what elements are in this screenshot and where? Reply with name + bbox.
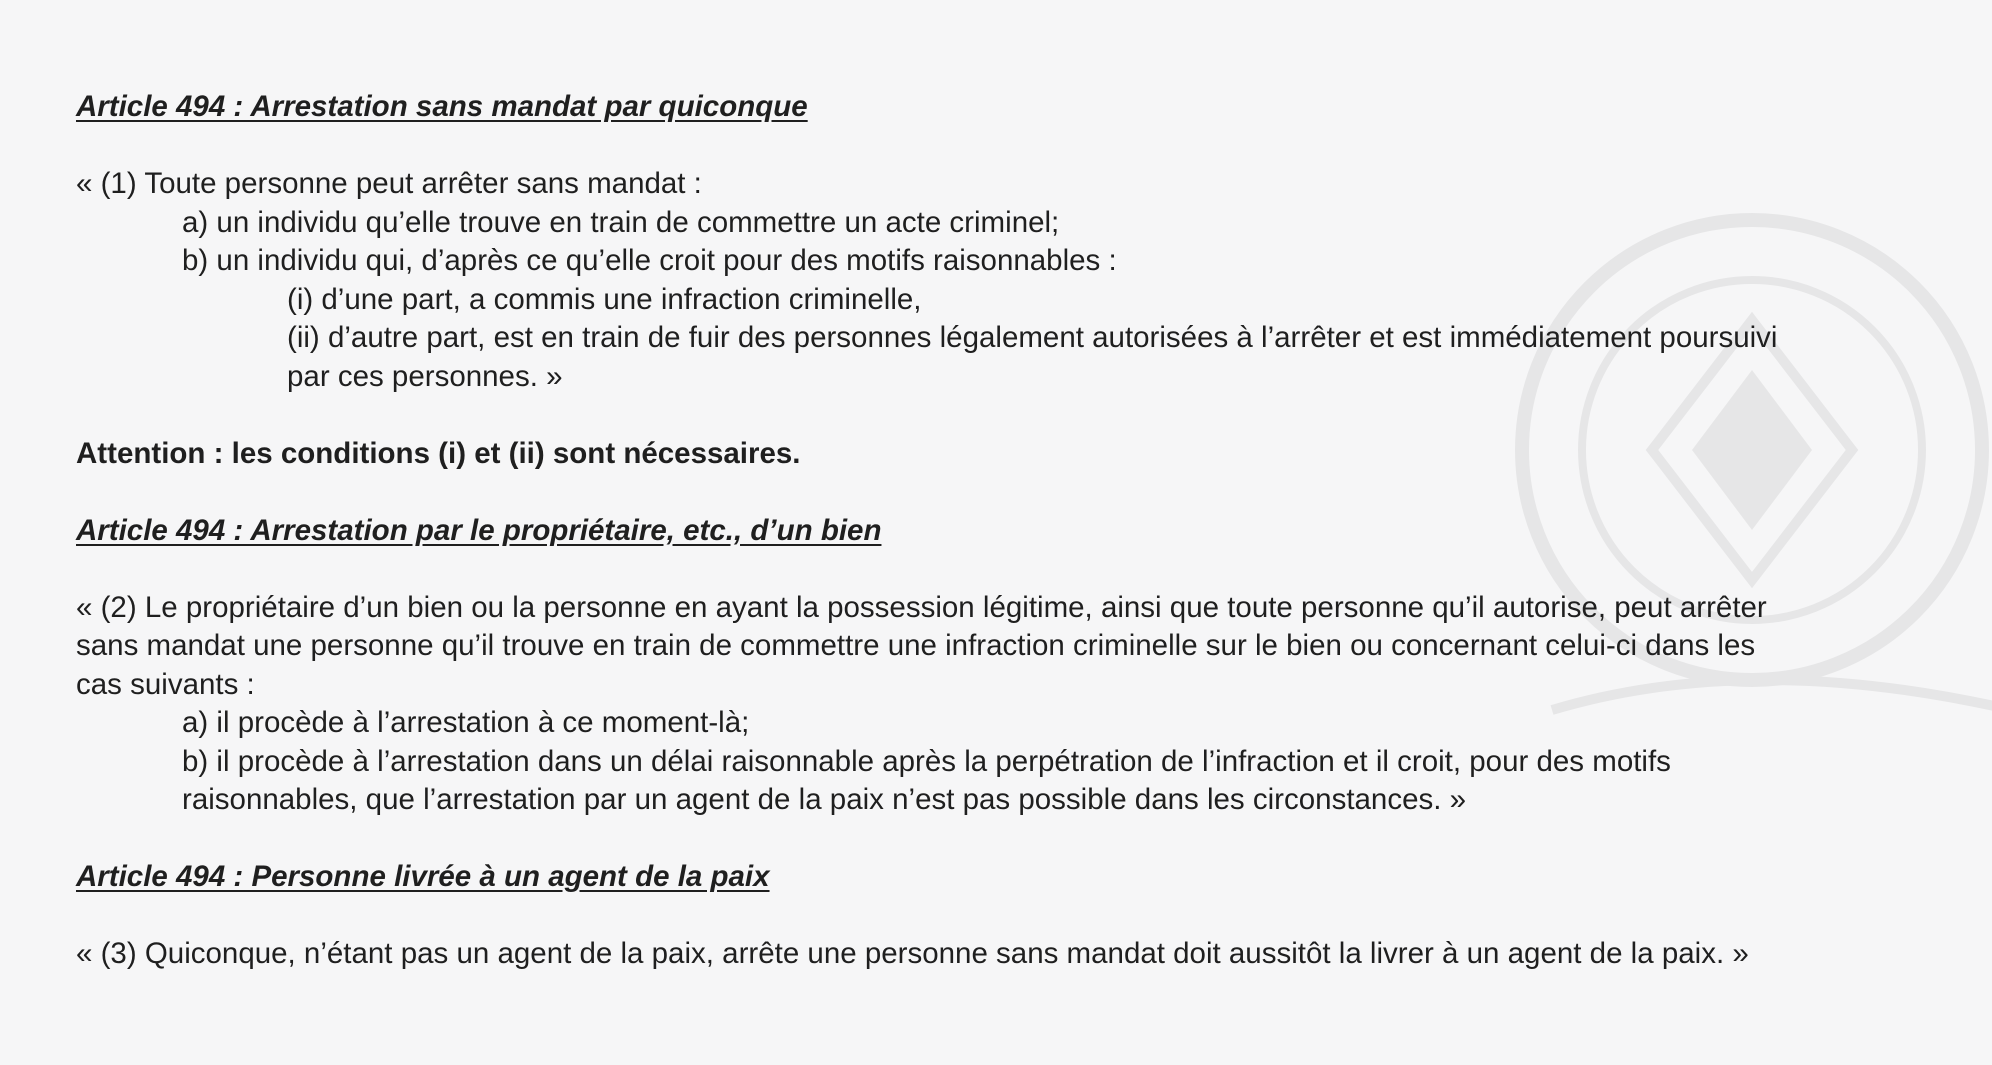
attention-note: Attention : les conditions (i) et (ii) s…	[76, 436, 801, 470]
article-2-intro-line2: sans mandat une personne qu’il trouve en…	[76, 629, 1756, 662]
article-2-item-b-line1: b) il procède à l’arrestation dans un dé…	[182, 744, 1671, 778]
document-page: Article 494 : Arrestation sans mandat pa…	[0, 0, 1992, 1065]
article-2-item-a: a) il procède à l’arrestation à ce momen…	[182, 706, 750, 739]
article-1-sub-ii-line1: (ii) d’autre part, est en train de fuir …	[287, 321, 1778, 354]
article-1-sub-i: (i) d’une part, a commis une infraction …	[287, 282, 922, 316]
article-2-intro-line3: cas suivants :	[76, 667, 255, 701]
document-content: Article 494 : Arrestation sans mandat pa…	[76, 88, 1936, 974]
article-3-text: « (3) Quiconque, n’étant pas un agent de…	[76, 937, 1749, 970]
article-2-intro-line1: « (2) Le propriétaire d’un bien ou la pe…	[76, 590, 1767, 624]
article-heading-2: Article 494 : Arrestation par le proprié…	[76, 513, 882, 547]
article-1-sub-ii-line2: par ces personnes. »	[287, 359, 563, 393]
article-heading-3: Article 494 : Personne livrée à un agent…	[76, 860, 770, 893]
article-1-intro: « (1) Toute personne peut arrêter sans m…	[76, 167, 702, 200]
article-2-item-b-line2: raisonnables, que l’arrestation par un a…	[182, 783, 1467, 816]
article-1-item-a: a) un individu qu’elle trouve en train d…	[182, 205, 1060, 239]
article-heading-1: Article 494 : Arrestation sans mandat pa…	[76, 90, 808, 123]
article-1-item-b: b) un individu qui, d’après ce qu’elle c…	[182, 244, 1117, 277]
